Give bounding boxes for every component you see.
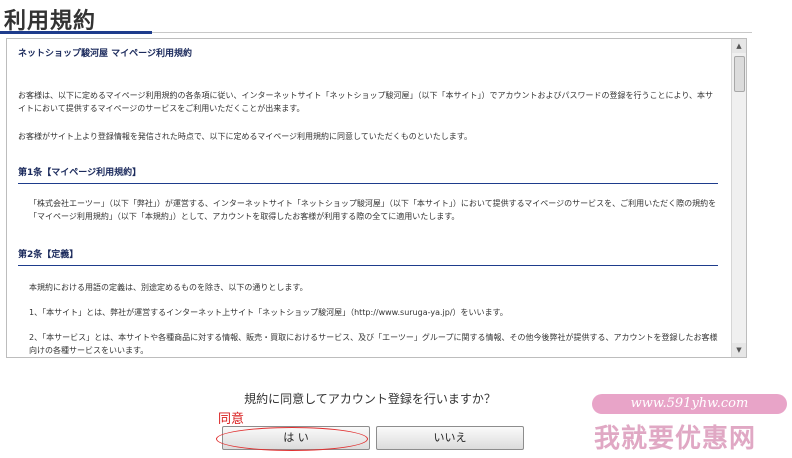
article-1-heading: 第1条【マイページ利用規約】 — [18, 167, 718, 184]
intro-paragraph: お客様は、以下に定めるマイページ利用規約の各条項に従い、インターネットサイト「ネ… — [18, 91, 714, 113]
intro-paragraph: お客様がサイト上より登録情報を発信された時点で、以下に定めるマイページ利用規約に… — [18, 132, 472, 141]
article-paragraph: 本規約における用語の定義は、別途定めるものを除き、以下の通りとします。 — [29, 283, 308, 292]
document-title: ネットショップ駿河屋 マイページ利用規約 — [18, 49, 192, 59]
highlight-circle — [216, 427, 368, 451]
terms-scroll-box[interactable]: ネットショップ駿河屋 マイページ利用規約 お客様は、以下に定めるマイページ利用規… — [6, 38, 747, 358]
article-paragraph: 1、「本サイト」とは、弊社が運営するインターネット上サイト「ネットショップ駿河屋… — [29, 308, 508, 317]
watermark-brand: 我就要优惠网 — [594, 424, 757, 454]
title-divider — [152, 32, 752, 33]
article-paragraph: 「株式会社エーツー」（以下「弊社」）が運営する、インターネットサイト「ネットショ… — [29, 199, 717, 221]
title-underline — [0, 31, 152, 34]
terms-page: 利用規約 ネットショップ駿河屋 マイページ利用規約 お客様は、以下に定めるマイペ… — [0, 0, 792, 458]
vertical-scrollbar[interactable]: ▲ ▼ — [731, 39, 746, 357]
consent-question: 規約に同意してアカウント登録を行いますか？ — [244, 392, 496, 406]
watermark-url: www.591yhw.com — [630, 396, 749, 411]
terms-content: ネットショップ駿河屋 マイページ利用規約 お客様は、以下に定めるマイページ利用規… — [7, 39, 731, 357]
agree-annotation: 同意 — [218, 412, 245, 427]
scrollbar-thumb[interactable] — [734, 56, 745, 92]
article-2-heading: 第2条【定義】 — [18, 249, 718, 266]
no-button[interactable]: いいえ — [376, 426, 524, 450]
article-paragraph: 2、「本サービス」とは、本サイトや各種商品に対する情報、販売・買取におけるサービ… — [29, 333, 718, 355]
scroll-up-arrow-icon[interactable]: ▲ — [732, 39, 746, 53]
scroll-down-arrow-icon[interactable]: ▼ — [732, 343, 746, 357]
watermark-url-badge: www.591yhw.com — [592, 394, 787, 414]
title-bar: 利用規約 — [0, 0, 752, 34]
